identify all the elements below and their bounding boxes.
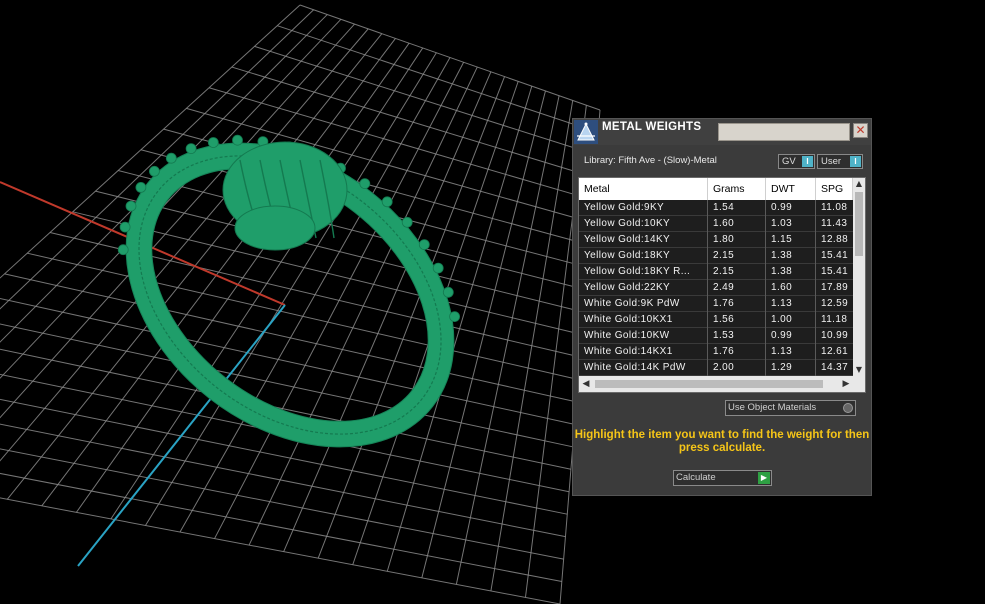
scroll-up-icon[interactable]: ▲	[853, 178, 865, 190]
table-row[interactable]: White Gold:10KX1 1.56 1.00 11.18	[579, 312, 853, 328]
cell-grams: 2.49	[708, 280, 766, 296]
library-label: Library: Fifth Ave - (Slow)-Metal	[584, 155, 717, 166]
cell-spg: 10.99	[821, 330, 849, 341]
cell-dwt: 1.38	[766, 248, 816, 264]
use-object-materials-label: Use Object Materials	[728, 402, 817, 413]
cell-grams: 1.60	[708, 216, 766, 232]
table-row[interactable]: White Gold:9K PdW 1.76 1.13 12.59	[579, 296, 853, 312]
user-toggle-label: User	[821, 156, 842, 167]
cell-metal: White Gold:10KX1	[579, 312, 708, 328]
cell-grams: 1.76	[708, 296, 766, 312]
radio-icon	[843, 403, 853, 413]
cell-metal: Yellow Gold:10KY	[579, 216, 708, 232]
cell-spg: 11.08	[821, 202, 848, 213]
column-header-metal[interactable]: Metal	[579, 178, 708, 200]
table-row[interactable]: Yellow Gold:22KY 2.49 1.60 17.89	[579, 280, 853, 296]
cell-spg: 17.89	[821, 282, 849, 293]
calculate-label: Calculate	[676, 472, 716, 483]
cell-spg: 14.37	[821, 362, 849, 373]
scale-icon	[574, 120, 598, 144]
gv-toggle-label: GV	[782, 156, 796, 167]
user-toggle[interactable]: User I	[817, 154, 863, 169]
table-row[interactable]: Yellow Gold:18KY R... 2.15 1.38 15.41	[579, 264, 853, 280]
cell-spg: 12.59	[821, 298, 849, 309]
vertical-scrollbar[interactable]: ▲ ▼	[853, 178, 865, 376]
cell-metal: Yellow Gold:9KY	[579, 200, 708, 216]
cell-spg: 11.18	[821, 314, 848, 325]
scroll-corner	[853, 376, 865, 392]
table-row[interactable]: White Gold:14K PdW 2.00 1.29 14.37	[579, 360, 853, 376]
table-row[interactable]: Yellow Gold:18KY 2.15 1.38 15.41	[579, 248, 853, 264]
cell-spg: 12.88	[821, 234, 849, 245]
cell-metal: Yellow Gold:14KY	[579, 232, 708, 248]
cell-spg: 15.41	[821, 266, 849, 277]
cell-metal: Yellow Gold:18KY	[579, 248, 708, 264]
metal-table: Metal Grams DWT SPG Yellow Gold:9KY 1.54 0…	[578, 177, 866, 393]
cell-dwt: 1.00	[766, 312, 816, 328]
cell-metal: White Gold:10KW	[579, 328, 708, 344]
cell-metal: Yellow Gold:22KY	[579, 280, 708, 296]
table-body: Yellow Gold:9KY 1.54 0.99 11.08 Yellow Gold:…	[579, 200, 853, 376]
cell-grams: 2.15	[708, 264, 766, 280]
gv-indicator-icon: I	[802, 156, 813, 167]
table-row[interactable]: Yellow Gold:14KY 1.80 1.15 12.88	[579, 232, 853, 248]
cell-dwt: 1.13	[766, 296, 816, 312]
column-header-dwt[interactable]: DWT	[766, 178, 816, 200]
cell-spg: 12.61	[821, 346, 849, 357]
cell-dwt: 1.13	[766, 344, 816, 360]
table-row[interactable]: White Gold:14KX1 1.76 1.13 12.61	[579, 344, 853, 360]
play-icon: ▶	[758, 472, 770, 484]
column-header-grams[interactable]: Grams	[708, 178, 766, 200]
horizontal-scroll-thumb[interactable]	[595, 380, 823, 388]
cell-dwt: 1.60	[766, 280, 816, 296]
cell-grams: 1.80	[708, 232, 766, 248]
panel-title: METAL WEIGHTS	[602, 121, 702, 133]
cell-grams: 1.54	[708, 200, 766, 216]
cell-grams: 2.00	[708, 360, 766, 376]
cell-spg: 15.41	[821, 250, 849, 261]
cell-metal: White Gold:9K PdW	[579, 296, 708, 312]
cell-dwt: 1.29	[766, 360, 816, 376]
horizontal-scrollbar[interactable]: ◀ ▶	[579, 376, 853, 392]
cell-spg: 11.43	[821, 218, 848, 229]
cell-dwt: 1.03	[766, 216, 816, 232]
cell-dwt: 0.99	[766, 200, 816, 216]
table-header: Metal Grams DWT SPG	[579, 178, 853, 200]
ring-model	[117, 134, 461, 448]
cell-metal: White Gold:14K PdW	[579, 360, 708, 376]
cell-dwt: 1.38	[766, 264, 816, 280]
cell-grams: 1.76	[708, 344, 766, 360]
cell-grams: 2.15	[708, 248, 766, 264]
cell-metal: White Gold:14KX1	[579, 344, 708, 360]
cell-dwt: 1.15	[766, 232, 816, 248]
panel-titlebar[interactable]: METAL WEIGHTS ✕	[573, 119, 871, 145]
user-indicator-icon: I	[850, 156, 861, 167]
scroll-down-icon[interactable]: ▼	[853, 364, 865, 376]
calculate-button[interactable]: Calculate ▶	[673, 470, 772, 486]
column-header-spg[interactable]: SPG	[816, 178, 853, 200]
cell-grams: 1.56	[708, 312, 766, 328]
close-icon[interactable]: ✕	[853, 123, 868, 138]
metal-weights-panel: METAL WEIGHTS ✕ Library: Fifth Ave - (Sl…	[572, 118, 872, 496]
title-strip	[718, 123, 850, 141]
perspective-grid	[0, 4, 601, 604]
scroll-left-icon[interactable]: ◀	[579, 376, 593, 392]
gv-toggle[interactable]: GV I	[778, 154, 815, 169]
table-row[interactable]: Yellow Gold:9KY 1.54 0.99 11.08	[579, 200, 853, 216]
cell-grams: 1.53	[708, 328, 766, 344]
scroll-right-icon[interactable]: ▶	[839, 376, 853, 392]
instructions-text: Highlight the item you want to find the …	[574, 429, 870, 454]
cell-dwt: 0.99	[766, 328, 816, 344]
cell-metal: Yellow Gold:18KY R...	[579, 264, 708, 280]
vertical-scroll-thumb[interactable]	[855, 192, 863, 256]
use-object-materials-button[interactable]: Use Object Materials	[725, 400, 856, 416]
table-row[interactable]: White Gold:10KW 1.53 0.99 10.99	[579, 328, 853, 344]
table-row[interactable]: Yellow Gold:10KY 1.60 1.03 11.43	[579, 216, 853, 232]
